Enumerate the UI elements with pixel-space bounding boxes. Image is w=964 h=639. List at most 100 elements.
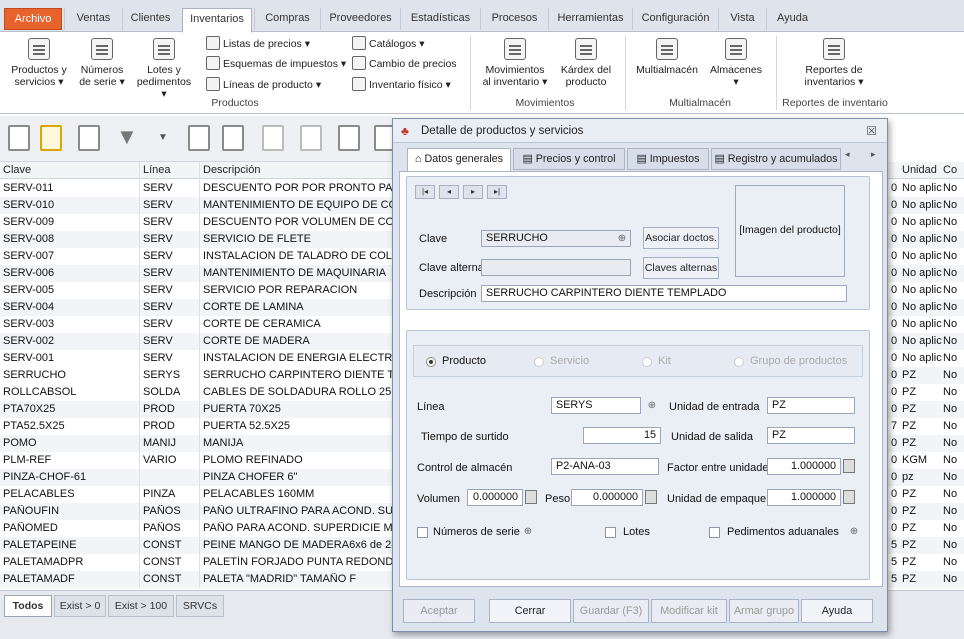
- table-row[interactable]: PAÑOUFIN PAÑOS PAÑO ULTRAFINO PARA ACOND. …: [0, 503, 392, 520]
- calculator-icon[interactable]: [645, 490, 657, 504]
- lotes-checkbox[interactable]: [605, 527, 616, 538]
- table-row[interactable]: PELACABLES PINZA PELACABLES 160MM: [0, 486, 392, 503]
- tab-datos-generales[interactable]: ⌂ Datos generales: [407, 148, 511, 172]
- filter-dropdown-icon[interactable]: ▼: [158, 132, 168, 143]
- edit-icon[interactable]: [40, 125, 62, 151]
- numeros-serie-button[interactable]: Números de serie ▾: [76, 38, 128, 88]
- table-row[interactable]: PALETAMADF CONST PALETA "MADRID" TAMAÑO F: [0, 571, 392, 588]
- table-row[interactable]: PAÑOMED PAÑOS PAÑO PARA ACOND. SUPERDICIE …: [0, 520, 392, 537]
- aceptar-button[interactable]: Aceptar: [403, 599, 475, 623]
- new-icon[interactable]: [8, 125, 30, 151]
- table-row[interactable]: SERV-011 SERV DESCUENTO POR POR PRONTO PAG…: [0, 180, 392, 197]
- table-row[interactable]: SERRUCHO SERYS SERRUCHO CARPINTERO DIENTE …: [0, 367, 392, 384]
- menu-procesos[interactable]: Procesos: [480, 8, 548, 30]
- first-record-icon[interactable]: |◂: [415, 185, 435, 199]
- tab-precios-control[interactable]: ▤ Precios y control: [513, 148, 625, 170]
- table-row[interactable]: SERV-004 SERV CORTE DE LAMINA: [0, 299, 392, 316]
- calculator-icon[interactable]: [843, 490, 855, 504]
- table-row[interactable]: 0 No aplic No: [880, 197, 964, 214]
- table-row[interactable]: 0 No aplic No: [880, 180, 964, 197]
- table-row[interactable]: SERV-006 SERV MANTENIMIENTO DE MAQUINARIA: [0, 265, 392, 282]
- clave-field[interactable]: SERRUCHO: [481, 230, 631, 247]
- blank-document-icon[interactable]: [78, 125, 100, 151]
- esquemas-impuestos-button[interactable]: Esquemas de impuestos ▾: [206, 56, 346, 70]
- factor-unidades-field[interactable]: 1.000000: [767, 458, 841, 475]
- asociar-doctos-button[interactable]: Asociar doctos.: [643, 227, 719, 249]
- table-row[interactable]: 0 PZ No: [880, 503, 964, 520]
- table-row[interactable]: 0 No aplic No: [880, 231, 964, 248]
- unidad-salida-field[interactable]: PZ: [767, 427, 855, 444]
- cerrar-button[interactable]: Cerrar: [489, 599, 571, 623]
- print-preview-icon[interactable]: [222, 125, 244, 151]
- control-almacen-field[interactable]: P2-ANA-03: [551, 458, 659, 475]
- tipo-producto-radio[interactable]: [426, 357, 436, 367]
- catalogos-button[interactable]: Catálogos ▾: [352, 36, 424, 50]
- table-row[interactable]: SERV-001 SERV INSTALACION DE ENERGIA ELECT…: [0, 350, 392, 367]
- table-row[interactable]: 0 PZ No: [880, 367, 964, 384]
- table-row[interactable]: PALETAPEINE CONST PEINE MANGO DE MADERA6x6…: [0, 537, 392, 554]
- calculator-icon[interactable]: [843, 459, 855, 473]
- table-row[interactable]: 0 No aplic No: [880, 350, 964, 367]
- column-header-unidad[interactable]: Unidad: [902, 164, 937, 176]
- inventario-fisico-button[interactable]: Inventario físico ▾: [352, 77, 451, 91]
- listas-precios-button[interactable]: Listas de precios ▾: [206, 36, 310, 50]
- lineas-producto-button[interactable]: Líneas de producto ▾: [206, 77, 321, 91]
- movimientos-button[interactable]: Movimientos al inventario ▾: [480, 38, 550, 88]
- table-row[interactable]: 5 PZ No: [880, 554, 964, 571]
- table-row[interactable]: 0 PZ No: [880, 435, 964, 452]
- modificar-kit-button[interactable]: Modificar kit: [651, 599, 727, 623]
- tab-todos[interactable]: Todos: [4, 595, 52, 617]
- table-row[interactable]: 0 PZ No: [880, 401, 964, 418]
- column-header-co[interactable]: Co: [943, 164, 957, 176]
- table-row[interactable]: SERV-008 SERV SERVICIO DE FLETE: [0, 231, 392, 248]
- barcode-icon[interactable]: [262, 125, 284, 151]
- almacenes-button[interactable]: Almacenes ▾: [706, 38, 766, 88]
- details-icon[interactable]: [338, 125, 360, 151]
- ayuda-button[interactable]: Ayuda: [801, 599, 873, 623]
- tab-scroll-right-icon[interactable]: ▸: [871, 149, 876, 160]
- table-row[interactable]: 0 PZ No: [880, 486, 964, 503]
- armar-grupo-button[interactable]: Armar grupo: [729, 599, 799, 623]
- table-row[interactable]: PTA52.5X25 PROD PUERTA 52.5X25: [0, 418, 392, 435]
- table-row[interactable]: PINZA-CHOF-61 PINZA CHOFER 6": [0, 469, 392, 486]
- productos-servicios-button[interactable]: Productos y servicios ▾: [6, 38, 72, 88]
- table-row[interactable]: 0 No aplic No: [880, 299, 964, 316]
- menu-compras[interactable]: Compras: [254, 8, 320, 30]
- table-row[interactable]: ROLLCABSOL SOLDA CABLES DE SOLDADURA ROLLO…: [0, 384, 392, 401]
- descripcion-field[interactable]: SERRUCHO CARPINTERO DIENTE TEMPLADO: [481, 285, 847, 302]
- table-row[interactable]: POMO MANIJ MANIJA: [0, 435, 392, 452]
- clave-alterna-field[interactable]: [481, 259, 631, 276]
- kardex-button[interactable]: Kárdex del producto: [558, 38, 614, 88]
- tab-exist-0[interactable]: Exist > 0: [54, 595, 106, 617]
- tipo-kit-radio[interactable]: [642, 357, 652, 367]
- help-icon[interactable]: ⊕: [521, 525, 535, 539]
- table-row[interactable]: 0 KGM No: [880, 452, 964, 469]
- menu-archivo[interactable]: Archivo: [4, 8, 62, 30]
- truck-icon[interactable]: [300, 125, 322, 151]
- table-row[interactable]: 0 No aplic No: [880, 248, 964, 265]
- table-row[interactable]: SERV-003 SERV CORTE DE CERAMICA: [0, 316, 392, 333]
- numeros-serie-checkbox[interactable]: [417, 527, 428, 538]
- filter-icon[interactable]: ▼: [116, 124, 138, 150]
- product-image[interactable]: [Imagen del producto]: [735, 185, 845, 277]
- table-row[interactable]: 7 PZ No: [880, 418, 964, 435]
- tab-exist-100[interactable]: Exist > 100: [108, 595, 174, 617]
- menu-ayuda[interactable]: Ayuda: [766, 8, 818, 30]
- menu-clientes[interactable]: Clientes: [122, 8, 178, 30]
- claves-alternas-button[interactable]: Claves alternas: [643, 257, 719, 279]
- table-row[interactable]: SERV-005 SERV SERVICIO POR REPARACION: [0, 282, 392, 299]
- table-row[interactable]: PTA70X25 PROD PUERTA 70X25: [0, 401, 392, 418]
- column-header-clave[interactable]: Clave: [3, 164, 31, 176]
- table-row[interactable]: 0 PZ No: [880, 384, 964, 401]
- prev-record-icon[interactable]: ◂: [439, 185, 459, 199]
- table-row[interactable]: 0 PZ No: [880, 520, 964, 537]
- column-header-descripcion[interactable]: Descripción: [203, 164, 260, 176]
- table-row[interactable]: 5 PZ No: [880, 571, 964, 588]
- menu-inventarios[interactable]: Inventarios: [182, 8, 252, 33]
- tipo-grupo-radio[interactable]: [734, 357, 744, 367]
- tab-registro-acumulados[interactable]: ▤ Registro y acumulados: [711, 148, 841, 170]
- help-icon[interactable]: ⊕: [847, 525, 861, 539]
- unidad-empaque-field[interactable]: 1.000000: [767, 489, 841, 506]
- print-icon[interactable]: [188, 125, 210, 151]
- menu-herramientas[interactable]: Herramientas: [548, 8, 632, 30]
